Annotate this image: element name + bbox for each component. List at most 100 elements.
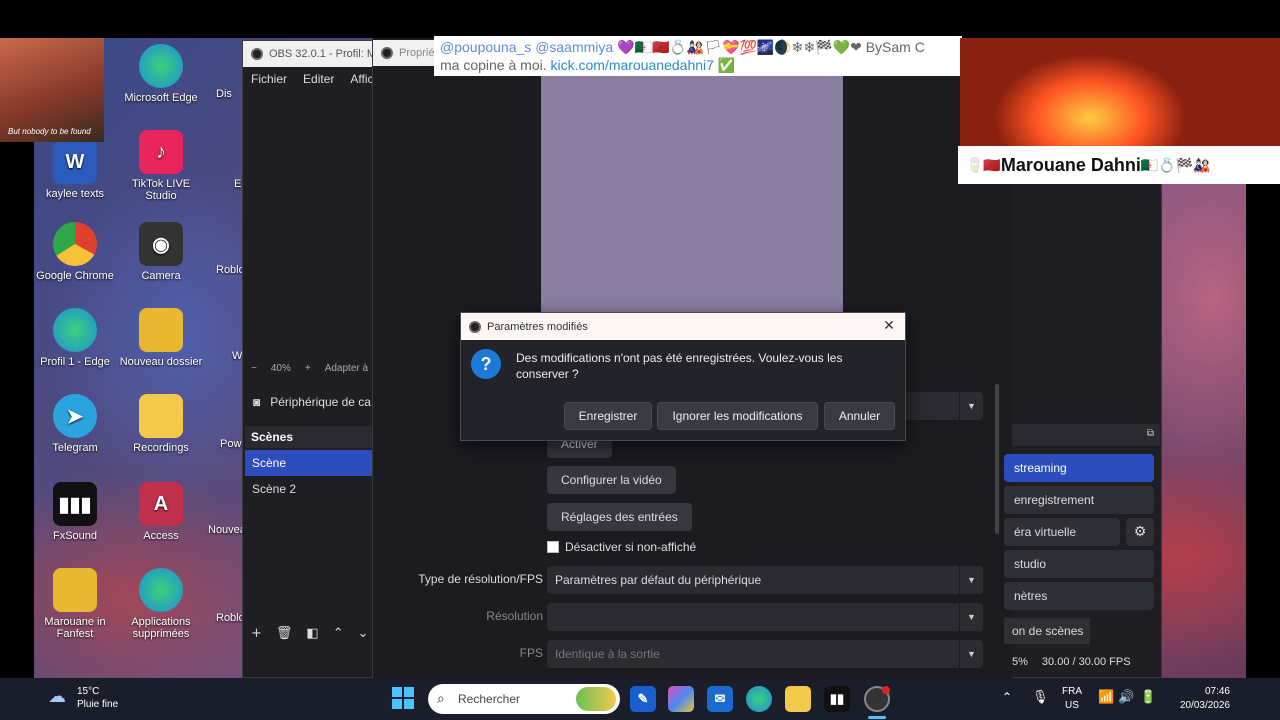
desktop-icon-fxsound[interactable]: ▮▮▮ FxSound [32,482,118,542]
fps-label: FPS [519,646,543,660]
desktop-icon-nouveau-dossier[interactable]: Nouveau dossier [118,308,204,368]
microphone-icon[interactable]: 🎙 [1032,689,1049,705]
wifi-icon[interactable]: 📶 [1098,689,1114,705]
properties-titlebar[interactable]: Propriét [373,40,441,66]
resolution-label: Résolution [486,609,543,623]
checkbox-box[interactable] [547,541,559,553]
streamer-name-bar: 🥛🇲🇦 Marouane Dahni 🇩🇿💍🏁🎎 [958,146,1280,184]
desktop-icon-recordings[interactable]: Recordings [118,394,204,454]
resolution-type-select[interactable]: Paramètres par défaut du périphérique ▼ [547,566,983,594]
chevron-down-icon[interactable]: ⌄ [358,626,369,641]
add-scene-icon[interactable]: + [251,626,262,641]
file-explorer-icon[interactable] [785,686,811,712]
question-icon: ? [471,349,501,379]
language-indicator[interactable]: FRA US [1062,685,1082,713]
resolution-type-label: Type de résolution/FPS [418,572,543,586]
battery-icon[interactable]: 🔋 [1140,689,1156,705]
folder-icon [139,394,183,438]
desktop-icon-telegram[interactable]: ➤ Telegram [32,394,118,454]
weather-icon[interactable]: ☁ [48,686,72,708]
volume-icon[interactable]: 🔊 [1118,689,1134,705]
unsaved-changes-dialog: Paramètres modifiés ✕ ? Des modification… [460,312,906,441]
configure-video-button[interactable]: Configurer la vidéo [547,466,676,494]
clock[interactable]: 07:46 20/03/2026 [1170,685,1230,713]
fps-select[interactable]: Identique à la sortie ▼ [547,640,983,668]
close-icon[interactable]: ✕ [879,316,899,336]
edge-icon[interactable] [746,686,772,712]
weather-widget[interactable]: 15°C Pluie fine [77,685,118,711]
zoom-bar: − 40% + Adapter à [251,363,368,374]
chat-line-1: @poupouna_s @saammiya 💜🇩🇿🇲🇦💍🎎🏳💝💯🌌🌒❄❄🏁💚❤ … [440,39,925,55]
edge-icon [53,308,97,352]
menu-fichier[interactable]: Fichier [251,72,287,86]
desktop-icon-profil-edge[interactable]: Profil 1 - Edge [32,308,118,368]
studio-mode-button[interactable]: studio [1004,550,1154,578]
camera-icon: ◉ [139,222,183,266]
chrome-icon [53,222,97,266]
cpu-usage: 5% [1012,656,1028,668]
chevron-up-icon[interactable]: ⌃ [333,626,344,641]
search-input[interactable]: ⌕ Rechercher [428,684,620,714]
outlook-icon[interactable]: ✉ [707,686,733,712]
trash-icon[interactable]: 🗑 [276,626,293,641]
filter-icon[interactable]: ◧ [306,626,318,641]
source-toolbar[interactable]: ◙ Périphérique de ca [243,383,373,421]
folder-icon [53,568,97,612]
obs-logo-icon [251,48,263,60]
disable-hidden-checkbox[interactable]: Désactiver si non-affiché [547,540,696,554]
desktop-icon-access[interactable]: A Access [118,482,204,542]
desktop-icon-applications-supprimees[interactable]: Applications supprimées [118,568,204,640]
search-highlight-icon [576,687,616,711]
obs-titlebar[interactable]: OBS 32.0.1 - Profil: Ma [243,41,383,67]
chevron-down-icon: ▼ [959,603,983,631]
access-icon: A [139,482,183,526]
desktop-icon-camera[interactable]: ◉ Camera [118,222,204,282]
controls-header: ⧉ [1012,424,1160,446]
chevron-down-icon: ▼ [959,392,983,420]
virtual-camera-button[interactable]: éra virtuelle [1004,518,1120,546]
taskbar: ☁ 15°C Pluie fine ⌕ Rechercher ✎ ✉ ▮▮ ⌃ … [0,678,1280,720]
obs-menubar: Fichier Editer Affich [243,67,383,91]
resolution-select[interactable]: ▼ [547,603,983,631]
zoom-in-button[interactable]: + [305,363,311,374]
fxsound-icon[interactable]: ▮▮ [824,686,850,712]
input-settings-button[interactable]: Réglages des entrées [547,503,692,531]
stream-image-overlay [960,38,1280,146]
copilot-icon[interactable] [668,686,694,712]
chat-line-2: ma copine à moi. kick.com/marouanedahni7… [440,57,736,73]
desktop-icon-marouane-fanfest[interactable]: Marouane in Fanfest [32,568,118,640]
desktop-icon-tiktok[interactable]: ♪ TikTok LIVE Studio [118,130,204,202]
active-indicator [868,716,886,719]
start-recording-button[interactable]: enregistrement [1004,486,1154,514]
app-icon-task[interactable]: ✎ [630,686,656,712]
scene-item[interactable]: Scène 2 [245,476,372,502]
scene-toolbar: + 🗑 ◧ ⌃ ⌄ [243,621,373,645]
desktop-icon-chrome[interactable]: Google Chrome [32,222,118,282]
status-bar: 5% 30.00 / 30.00 FPS [1012,656,1131,668]
ignore-changes-button[interactable]: Ignorer les modifications [657,402,818,430]
scrollbar[interactable] [995,384,999,534]
save-button[interactable]: Enregistrer [564,402,652,430]
windows-start-icon[interactable] [392,687,414,709]
video-preview [541,74,843,350]
settings-button[interactable]: nètres [1004,582,1154,610]
obs-logo-icon [469,320,481,333]
menu-editer[interactable]: Editer [303,72,334,86]
scene-transitions-tab[interactable]: on de scènes [1004,618,1090,644]
fps-readout: 30.00 / 30.00 FPS [1041,656,1131,668]
tiktok-icon: ♪ [139,130,183,174]
undock-icon[interactable]: ⧉ [1147,428,1154,439]
chat-overlay: @poupouna_s @saammiya 💜🇩🇿🇲🇦💍🎎🏳💝💯🌌🌒❄❄🏁💚❤ … [434,36,962,76]
edge-icon [139,568,183,612]
fit-button[interactable]: Adapter à [325,363,368,374]
desktop-icon-edge[interactable]: Microsoft Edge [118,44,204,104]
gear-icon[interactable]: ⚙ [1126,518,1154,546]
zoom-out-button[interactable]: − [251,363,257,374]
desktop-icon-kaylee-texts[interactable]: W kaylee texts [32,140,118,200]
chevron-up-icon[interactable]: ⌃ [1002,690,1012,704]
scenes-header: Scènes [245,426,372,448]
dialog-titlebar[interactable]: Paramètres modifiés [461,313,905,340]
scene-item[interactable]: Scène [245,450,372,476]
start-streaming-button[interactable]: streaming [1004,454,1154,482]
cancel-button[interactable]: Annuler [824,402,895,430]
